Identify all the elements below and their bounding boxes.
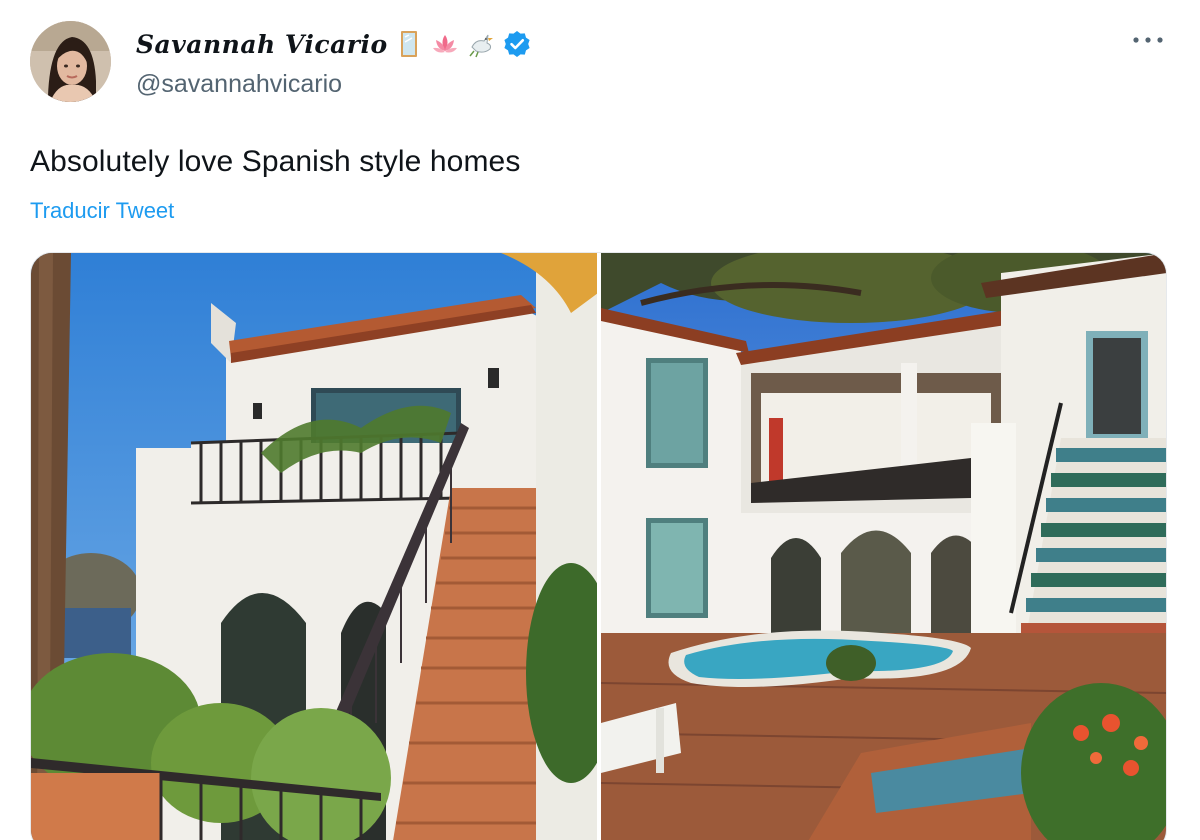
tweet-text: Absolutely love Spanish style homes (30, 145, 521, 178)
spanish-courtyard-pool-photo[interactable] (601, 253, 1166, 840)
verified-badge-icon (502, 29, 532, 59)
display-name[interactable]: Savannah Vicario (136, 30, 388, 59)
name-row: Savannah Vicario (136, 26, 532, 62)
mirror-icon (394, 29, 424, 59)
spanish-house-exterior-photo[interactable] (31, 253, 597, 840)
more-options-button[interactable] (1126, 22, 1170, 58)
media-grid (30, 252, 1167, 840)
translate-tweet-link[interactable]: Traducir Tweet (30, 198, 174, 224)
dove-icon (466, 29, 496, 59)
more-dots-icon (1133, 37, 1163, 43)
tweet-card[interactable]: Savannah Vicario @savannahvicario Absolu… (0, 0, 1200, 840)
user-handle[interactable]: @savannahvicario (136, 70, 342, 99)
lotus-icon (430, 29, 460, 59)
avatar[interactable] (30, 21, 111, 102)
